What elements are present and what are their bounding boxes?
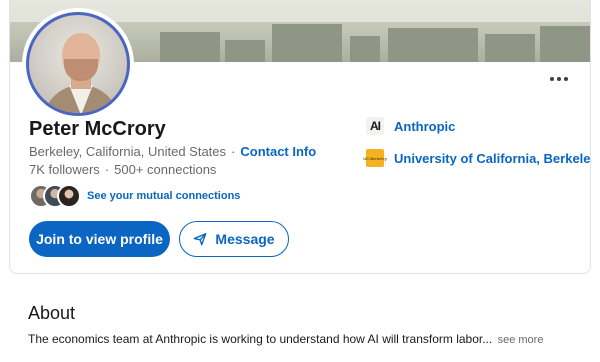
more-options-button[interactable] [546,70,572,88]
profile-location: Berkeley, California, United States [29,144,227,159]
profile-network-line: 7K followers · 500+ connections [29,162,216,177]
experience-name[interactable]: Anthropic [394,119,455,134]
anthropic-logo-icon: AI [366,117,384,135]
send-icon [194,233,207,246]
profile-location-line: Berkeley, California, United States · Cont… [29,144,316,159]
mutual-connections[interactable]: See your mutual connections [29,184,240,208]
connections-count: 500+ connections [114,162,217,177]
experience-item-anthropic[interactable]: AI Anthropic [366,117,455,135]
message-button-label: Message [215,231,275,247]
mutual-connections-link[interactable]: See your mutual connections [87,190,240,202]
about-text: The economics team at Anthropic is worki… [28,332,493,346]
about-heading: About [28,303,76,323]
profile-name: Peter McCrory [29,118,166,140]
avatar [57,184,81,208]
followers-count: 7K followers [29,162,100,177]
join-to-view-profile-button[interactable]: Join to view profile [29,221,170,257]
ellipsis-horizontal-icon [550,77,554,81]
uc-berkeley-logo-icon: UC Berkeley [363,149,387,167]
experience-item-uc-berkeley[interactable]: UC Berkeley University of California, Be… [363,149,590,167]
separator-dot: · [104,162,110,177]
education-name[interactable]: University of California, Berkeley [394,151,590,166]
about-summary: The economics team at Anthropic is worki… [28,332,543,346]
separator-dot: · [231,144,236,159]
mutual-connection-avatars [29,184,83,208]
see-more-link[interactable]: see more [498,334,544,346]
profile-photo-frame [22,8,134,120]
contact-info-link[interactable]: Contact Info [240,144,316,159]
message-button[interactable]: Message [179,221,289,257]
profile-photo[interactable] [26,12,130,116]
